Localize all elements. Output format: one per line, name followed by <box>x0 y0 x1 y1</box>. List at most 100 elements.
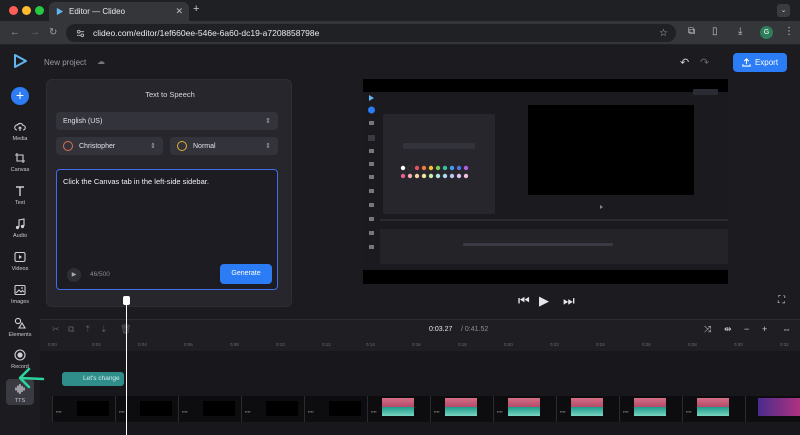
ruler-tick: 0:00 <box>48 342 57 347</box>
zoom-out-icon[interactable]: − <box>744 324 749 334</box>
fit-timeline-icon[interactable]: ⤨ <box>704 324 711 335</box>
style-select[interactable]: Normal ⇕ <box>170 137 278 155</box>
text-icon <box>16 186 24 196</box>
ruler-tick: 0:32 <box>780 342 789 347</box>
record-icon <box>14 349 26 361</box>
close-tab-icon[interactable]: ✕ <box>175 6 183 17</box>
export-upload-icon <box>742 58 751 67</box>
video-track[interactable]: ▪▪▪▪ ▪▪▪▪ ▪▪▪▪ ▪▪▪▪ ▪▪▪▪ ▪▪▪▪ ▪▪▪▪ ▪▪▪▪ … <box>52 396 800 422</box>
voice-value: Christopher <box>79 142 116 150</box>
sidebar-item-canvas[interactable]: Canvas <box>0 152 40 173</box>
bookmark-star-icon[interactable]: ☆ <box>659 28 668 39</box>
browser-menu-icon[interactable]: ⋮ <box>784 26 794 37</box>
ruler-tick: 0:10 <box>276 342 285 347</box>
sidebar-item-images[interactable]: Images <box>0 284 40 305</box>
video-icon <box>14 251 26 263</box>
video-clip-thumbnail: ▪▪▪▪ <box>178 396 241 422</box>
bring-forward-icon[interactable]: ⇡ <box>84 324 92 335</box>
clideo-logo-icon[interactable] <box>12 53 28 69</box>
back-icon[interactable]: ← <box>10 27 20 38</box>
close-window-dot[interactable] <box>9 6 18 15</box>
tts-text-input[interactable]: Click the Canvas tab in the left-side si… <box>56 169 278 290</box>
style-value: Normal <box>193 142 216 150</box>
tts-audio-clip[interactable]: Let's change <box>62 372 124 386</box>
ruler-tick: 0:14 <box>366 342 375 347</box>
project-name[interactable]: New project <box>44 58 86 67</box>
sidebar-item-label: Images <box>10 299 30 305</box>
ruler-tick: 0:16 <box>412 342 421 347</box>
voice-select[interactable]: Christopher ⇕ <box>56 137 163 155</box>
video-clip-thumbnail: ▪▪▪▪ <box>430 396 493 422</box>
ruler-tick: 0:22 <box>550 342 559 347</box>
image-icon <box>14 284 26 296</box>
zoom-in-icon[interactable]: + <box>762 324 767 334</box>
video-clip-thumbnail: ▪▪▪▪ <box>619 396 682 422</box>
canvas-icon <box>15 153 25 163</box>
ruler-tick: 0:12 <box>322 342 331 347</box>
editor-app: + Media Canvas Text Audio Videos Images … <box>0 45 800 435</box>
total-time: / 0:41.52 <box>461 326 489 333</box>
send-backward-icon[interactable]: ⇣ <box>100 324 108 335</box>
browser-tab-bar: Editor — Clideo ✕ + ⌄ <box>0 0 800 21</box>
site-info-icon[interactable] <box>76 29 85 38</box>
export-button[interactable]: Export <box>733 53 787 72</box>
tab-search-icon[interactable]: ⌄ <box>777 4 790 17</box>
extensions-icon[interactable]: ⧉ <box>688 26 695 37</box>
tts-panel: Text to Speech English (US) ⇕ Christophe… <box>46 79 292 307</box>
video-preview[interactable] <box>363 79 728 284</box>
video-clip-thumbnail: ▪▪▪▪ <box>682 396 745 422</box>
add-media-button[interactable]: + <box>11 87 29 105</box>
skip-forward-icon[interactable]: ⏭ <box>563 293 575 309</box>
undo-icon[interactable]: ↶ <box>680 56 689 69</box>
tts-panel-title: Text to Speech <box>145 90 195 99</box>
video-clip-thumbnail: ▪▪▪▪ <box>115 396 178 422</box>
expand-timeline-icon[interactable]: ⇔ <box>782 324 791 334</box>
ruler-tick: 0:02 <box>92 342 101 347</box>
video-clip-thumbnail: ▪▪▪▪ <box>241 396 304 422</box>
sidebar-item-audio[interactable]: Audio <box>0 218 40 239</box>
sidebar-item-label: Elements <box>8 332 32 338</box>
ruler-tick: 0:18 <box>458 342 467 347</box>
minimize-window-dot[interactable] <box>22 6 31 15</box>
ruler-tick: 0:20 <box>504 342 513 347</box>
duplicate-icon[interactable]: ⧉ <box>68 324 74 335</box>
sidebar-item-media[interactable]: Media <box>0 121 40 142</box>
sidebar-item-elements[interactable]: Elements <box>0 317 40 338</box>
browser-toolbar: ← → ↻ clideo.com/editor/1ef660ee-546e-6a… <box>0 21 800 45</box>
fullscreen-icon[interactable]: ⛶ <box>778 295 785 306</box>
skip-back-icon[interactable]: ⏮ <box>518 293 530 309</box>
sidebar-item-videos[interactable]: Videos <box>0 251 40 272</box>
playhead-line[interactable] <box>126 298 127 435</box>
chevron-updown-icon: ⇕ <box>265 118 271 125</box>
forward-icon[interactable]: → <box>30 27 40 38</box>
download-icon[interactable]: ⤓ <box>738 26 742 37</box>
redo-icon[interactable]: ↷ <box>700 56 709 69</box>
address-bar[interactable]: clideo.com/editor/1ef660ee-546e-6a60-dc1… <box>66 24 676 42</box>
tts-text-value: Click the Canvas tab in the left-side si… <box>63 177 209 186</box>
video-clip-thumbnail: ▪▪▪▪ <box>367 396 430 422</box>
chevron-updown-icon: ⇕ <box>265 143 271 150</box>
reload-icon[interactable]: ↻ <box>49 27 57 38</box>
sidebar-item-label: Media <box>12 136 28 142</box>
maximize-window-dot[interactable] <box>35 6 44 15</box>
ruler-tick: 0:04 <box>138 342 147 347</box>
cut-icon[interactable]: ✂ <box>52 324 60 335</box>
ruler-tick: 0:26 <box>642 342 651 347</box>
play-icon[interactable]: ▶ <box>539 293 549 309</box>
preview-frame-screenshot <box>363 79 728 284</box>
profile-avatar[interactable]: G <box>760 26 773 39</box>
timeline-ruler[interactable]: 0:00 0:02 0:04 0:06 0:08 0:10 0:12 0:14 … <box>40 339 800 351</box>
sidebar-panel-icon[interactable]: ▯ <box>712 26 718 37</box>
language-select[interactable]: English (US) ⇕ <box>56 112 278 130</box>
split-view-icon[interactable]: ⇹ <box>724 324 732 335</box>
preview-play-button[interactable]: ▶ <box>67 268 81 282</box>
tab-title: Editor — Clideo <box>69 7 126 16</box>
sidebar-item-text[interactable]: Text <box>0 185 40 206</box>
ruler-tick: 0:30 <box>734 342 743 347</box>
url-text: clideo.com/editor/1ef660ee-546e-6a60-dc1… <box>93 28 320 38</box>
browser-tab[interactable]: Editor — Clideo ✕ <box>49 2 189 21</box>
timeline-tracks: Let's change ▪▪▪▪ ▪▪▪▪ ▪▪▪▪ ▪▪▪▪ ▪▪▪▪ ▪▪… <box>40 351 800 435</box>
timeline-toolbar: ✂ ⧉ ⇡ ⇣ 🗑 0:03.27 / 0:41.52 ⤨ ⇹ − + ⇔ <box>40 319 800 339</box>
generate-button[interactable]: Generate <box>220 264 272 284</box>
new-tab-icon[interactable]: + <box>193 3 199 15</box>
